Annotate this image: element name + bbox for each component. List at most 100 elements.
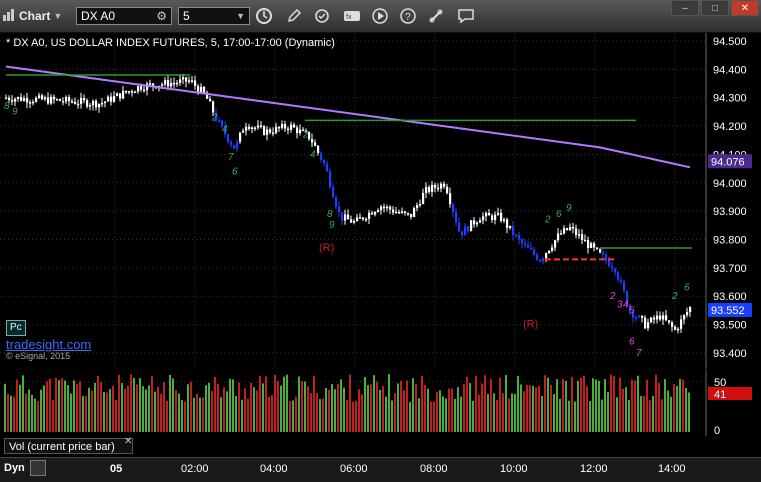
volume-bar xyxy=(523,391,525,432)
volume-bar xyxy=(409,401,411,432)
refresh-icon[interactable] xyxy=(312,6,332,26)
volume-bar xyxy=(124,388,126,432)
volume-canvas: 50410 xyxy=(0,370,752,437)
candle-body xyxy=(128,91,131,93)
volume-bar xyxy=(121,383,123,432)
candle-body xyxy=(131,91,134,93)
volume-bar xyxy=(454,398,456,432)
setup-count-label: 8 xyxy=(4,101,10,112)
symbol-input[interactable]: DX A0 ⚙ xyxy=(76,7,172,25)
minimize-icon[interactable]: – xyxy=(671,0,699,16)
candle-body xyxy=(260,125,263,127)
clock-icon[interactable] xyxy=(254,6,274,26)
volume-bar xyxy=(430,401,432,432)
close-icon[interactable]: ✕ xyxy=(731,0,759,16)
candle-body xyxy=(263,126,266,135)
candle-body xyxy=(521,239,524,244)
candle-body xyxy=(230,141,233,145)
candle-body xyxy=(44,97,47,100)
candle-body xyxy=(635,317,638,319)
candle-body xyxy=(8,97,11,101)
play-icon[interactable] xyxy=(370,6,390,26)
link-icon[interactable] xyxy=(426,6,446,26)
volume-bar xyxy=(592,378,594,432)
volume-bar xyxy=(664,379,666,432)
chart-menu[interactable]: Chart ▼ xyxy=(2,7,62,25)
volume-bar xyxy=(526,384,528,432)
candle-body xyxy=(203,86,206,93)
interval-select[interactable]: 5 ▼ xyxy=(178,7,250,25)
candle-body xyxy=(530,247,533,250)
candle-body xyxy=(482,216,485,221)
volume-bar xyxy=(229,378,231,432)
candle-body xyxy=(620,279,623,282)
volume-bar xyxy=(541,396,543,432)
volume-bar xyxy=(214,376,216,432)
candle-body xyxy=(677,328,680,331)
price-tick-label: 94.000 xyxy=(713,178,747,190)
volume-bar xyxy=(580,377,582,432)
price-chart[interactable]: 94.50094.40094.30094.20094.10094.00093.9… xyxy=(0,33,761,369)
candle-body xyxy=(32,101,35,104)
candle-body xyxy=(647,322,650,329)
candle-body xyxy=(383,206,386,209)
candle-body xyxy=(335,197,338,207)
volume-bar xyxy=(613,376,615,432)
candle-body xyxy=(212,101,215,113)
help-icon[interactable]: ? xyxy=(398,6,418,26)
volume-bar xyxy=(88,387,90,432)
candle-body xyxy=(650,317,653,323)
candle-body xyxy=(296,127,299,134)
setup-count-label: 6 xyxy=(232,166,238,177)
dyn-toggle[interactable] xyxy=(30,460,46,476)
pencil-icon[interactable] xyxy=(284,6,304,26)
candle-body xyxy=(107,96,110,102)
volume-bar xyxy=(55,377,57,432)
candle-body xyxy=(533,249,536,255)
candle-body xyxy=(674,326,677,330)
candle-body xyxy=(11,100,14,102)
candle-body xyxy=(350,219,353,223)
candle-body xyxy=(665,315,668,321)
volume-bar xyxy=(157,386,159,432)
gear-icon[interactable]: ⚙ xyxy=(156,9,167,23)
volume-bar xyxy=(352,401,354,432)
candle-body xyxy=(344,214,347,221)
candle-body xyxy=(368,212,371,219)
volume-bar xyxy=(253,387,255,432)
candle-body xyxy=(269,129,272,133)
maximize-icon[interactable]: □ xyxy=(701,0,729,16)
volume-study-label[interactable]: Vol (current price bar) xyxy=(4,438,133,454)
volume-bar xyxy=(685,388,687,432)
candle-body xyxy=(80,98,83,104)
volume-bar xyxy=(484,375,486,432)
volume-bar xyxy=(532,385,534,432)
candle-body xyxy=(503,219,506,221)
candle-body xyxy=(299,129,302,134)
pc-badge[interactable]: Pc xyxy=(6,320,26,336)
tradesight-link[interactable]: tradesight.com xyxy=(6,337,91,352)
indicator-icon[interactable]: fx xyxy=(342,6,362,26)
candle-body xyxy=(98,103,101,108)
candle-body xyxy=(410,213,413,217)
setup-count-label: 7 xyxy=(228,152,234,163)
volume-bar xyxy=(61,378,63,432)
moving-average-line xyxy=(5,65,691,169)
close-icon[interactable]: ✕ xyxy=(124,436,132,447)
candle-body xyxy=(575,228,578,235)
window-controls: – □ ✕ xyxy=(671,0,759,16)
candle-body xyxy=(170,82,173,87)
volume-bar xyxy=(172,378,174,432)
candle-body xyxy=(659,315,662,320)
volume-bar xyxy=(544,375,546,432)
volume-pane[interactable]: 50 41 0 xyxy=(0,370,761,437)
volume-bar xyxy=(235,395,237,432)
volume-bar xyxy=(631,379,633,432)
candle-body xyxy=(278,126,281,129)
volume-bar xyxy=(94,382,96,432)
comment-icon[interactable] xyxy=(456,6,476,26)
volume-bar xyxy=(322,398,324,432)
volume-bar xyxy=(109,389,111,432)
volume-bar xyxy=(457,387,459,432)
chart-icon xyxy=(2,8,16,25)
